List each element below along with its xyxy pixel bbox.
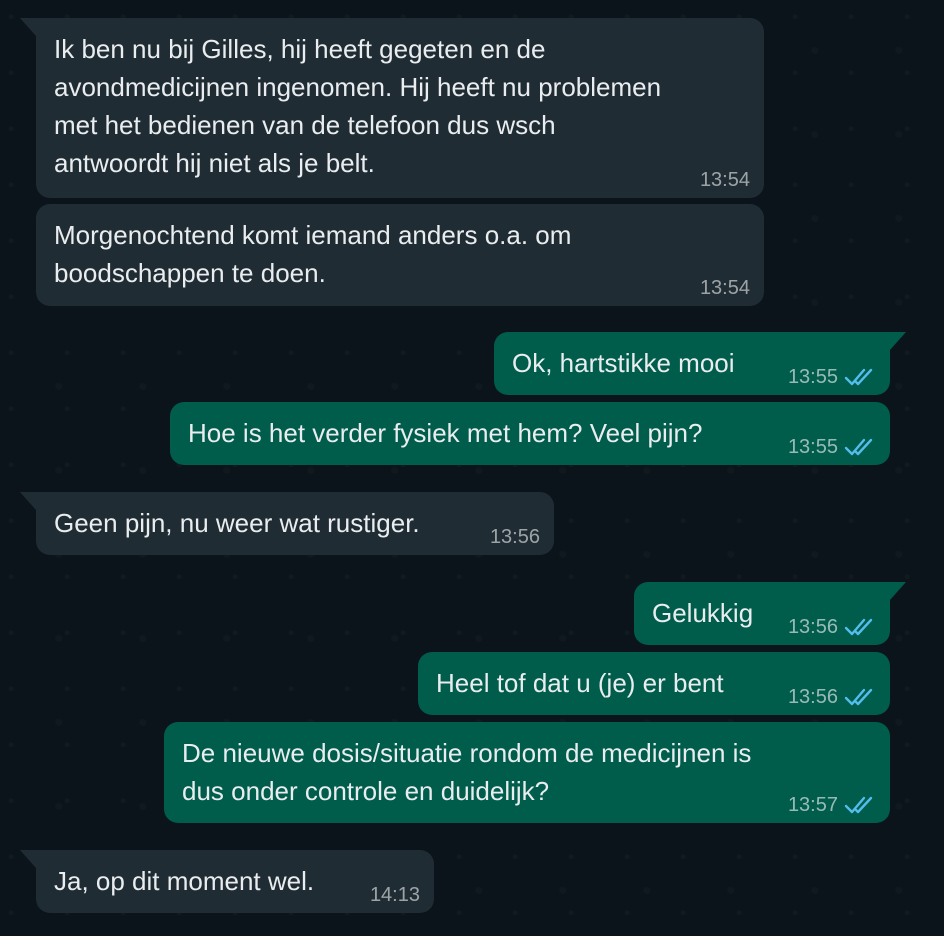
chat-background: Ik ben nu bij Gilles, hij heeft gegeten … xyxy=(0,0,944,936)
message-text: Ok, hartstikke mooi xyxy=(512,344,735,382)
message-line: antwoordt hij niet als je belt. xyxy=(54,148,375,178)
message-bubble-incoming[interactable]: Morgenochtend komt iemand anders o.a. om… xyxy=(36,204,764,306)
message-bubble-incoming[interactable]: Ik ben nu bij Gilles, hij heeft gegeten … xyxy=(20,18,764,198)
message-time: 14:13 xyxy=(369,884,420,906)
message-text: Ik ben nu bij Gilles, hij heeft gegeten … xyxy=(54,30,661,182)
message-line: Gelukkig xyxy=(652,598,754,628)
message-meta: 13:54 xyxy=(700,276,750,300)
message-text: Hoe is het verder fysiek met hem? Veel p… xyxy=(188,414,702,452)
message-time: 13:57 xyxy=(787,794,838,816)
message-bubble-outgoing[interactable]: Gelukkig 13:56 xyxy=(634,582,906,645)
message-meta: 13:57 xyxy=(788,793,876,817)
message-line: met het bedienen van de telefoon dus wsc… xyxy=(54,110,556,140)
message-line: Geen pijn, nu weer wat rustiger. xyxy=(54,508,420,538)
message-line: boodschappen te doen. xyxy=(54,258,326,288)
message-meta: 13:55 xyxy=(788,365,876,389)
message-bubble-incoming[interactable]: Ja, op dit moment wel. 14:13 xyxy=(20,850,434,913)
message-bubble-outgoing[interactable]: De nieuwe dosis/situatie rondom de medic… xyxy=(164,722,890,823)
message-line: avondmedicijnen ingenomen. Hij heeft nu … xyxy=(54,72,662,102)
message-bubble-outgoing[interactable]: Hoe is het verder fysiek met hem? Veel p… xyxy=(170,402,890,465)
message-line: Ja, op dit moment wel. xyxy=(54,866,315,896)
message-time: 13:54 xyxy=(699,277,750,299)
message-time: 13:56 xyxy=(489,526,540,548)
message-meta: 14:13 xyxy=(370,883,420,907)
read-double-tick-icon xyxy=(844,618,873,636)
message-text: Gelukkig xyxy=(652,594,753,632)
message-line: Morgenochtend komt iemand anders o.a. om xyxy=(54,220,572,250)
message-meta: 13:54 xyxy=(700,168,750,192)
message-text: De nieuwe dosis/situatie rondom de medic… xyxy=(182,734,751,810)
message-bubble-incoming[interactable]: Geen pijn, nu weer wat rustiger. 13:56 xyxy=(20,492,554,555)
message-time: 13:54 xyxy=(699,169,750,191)
message-text: Morgenochtend komt iemand anders o.a. om… xyxy=(54,216,571,292)
message-text: Heel tof dat u (je) er bent xyxy=(436,664,724,702)
message-time: 13:56 xyxy=(787,686,838,708)
message-line: dus onder controle en duidelijk? xyxy=(182,776,550,806)
message-time: 13:56 xyxy=(787,616,838,638)
read-double-tick-icon xyxy=(844,438,873,456)
message-meta: 13:56 xyxy=(788,615,876,639)
read-double-tick-icon xyxy=(844,796,873,814)
message-line: Ik ben nu bij Gilles, hij heeft gegeten … xyxy=(54,34,546,64)
message-time: 13:55 xyxy=(787,436,838,458)
message-meta: 13:56 xyxy=(788,685,876,709)
message-bubble-outgoing[interactable]: Heel tof dat u (je) er bent 13:56 xyxy=(418,652,890,715)
message-bubble-outgoing[interactable]: Ok, hartstikke mooi 13:55 xyxy=(494,332,906,395)
message-line: Hoe is het verder fysiek met hem? Veel p… xyxy=(188,418,703,448)
message-time: 13:55 xyxy=(787,366,838,388)
message-text: Geen pijn, nu weer wat rustiger. xyxy=(54,504,420,542)
read-double-tick-icon xyxy=(844,688,873,706)
message-meta: 13:55 xyxy=(788,435,876,459)
message-line: Ok, hartstikke mooi xyxy=(512,348,735,378)
message-line: Heel tof dat u (je) er bent xyxy=(436,668,724,698)
message-line: De nieuwe dosis/situatie rondom de medic… xyxy=(182,738,752,768)
message-text: Ja, op dit moment wel. xyxy=(54,862,314,900)
message-meta: 13:56 xyxy=(490,525,540,549)
read-double-tick-icon xyxy=(844,368,873,386)
